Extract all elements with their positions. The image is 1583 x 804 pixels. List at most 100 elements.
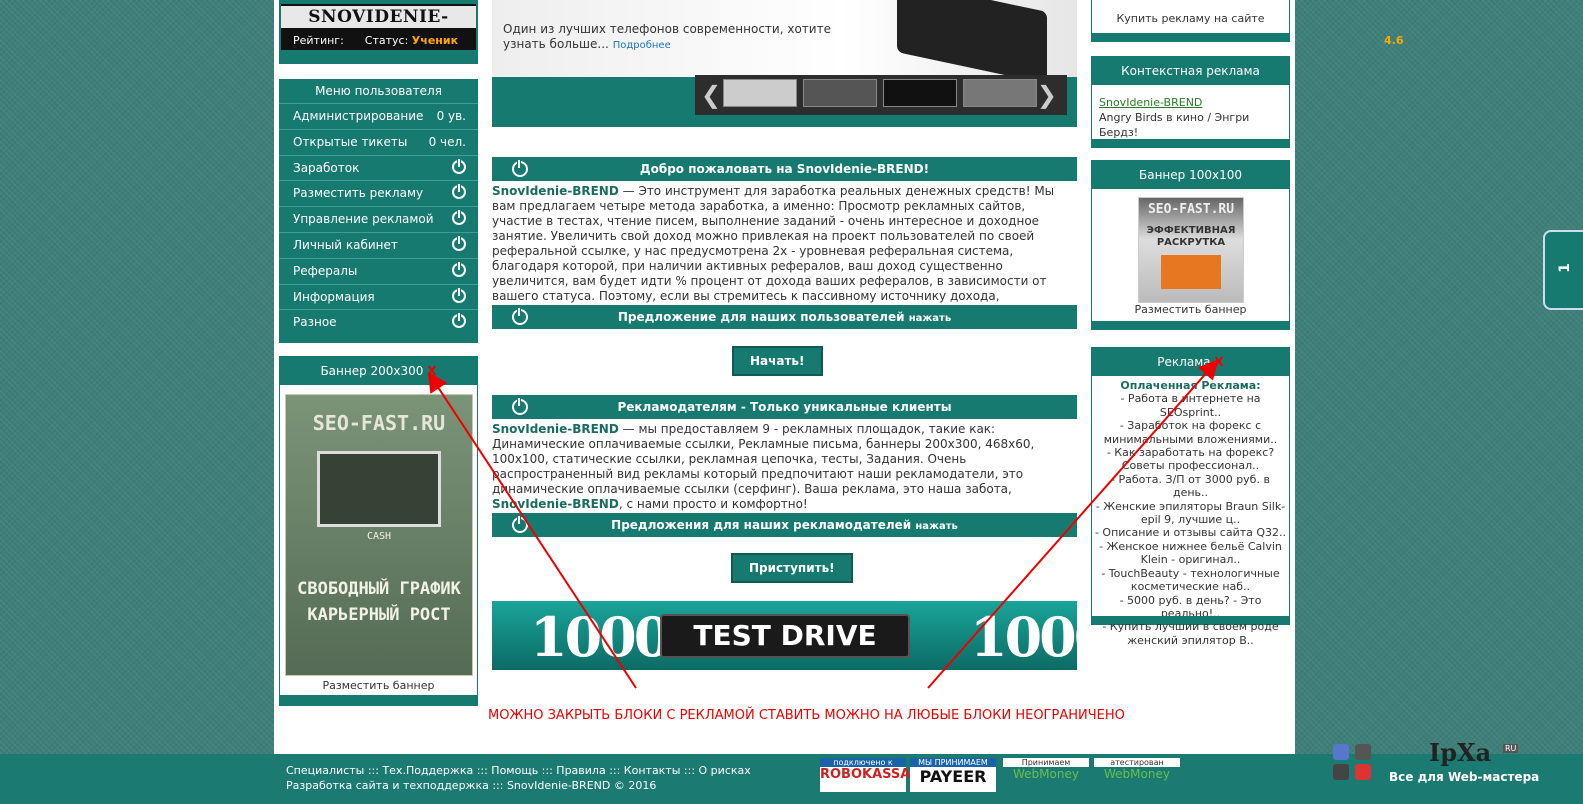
menu-title: Меню пользователя xyxy=(315,84,442,98)
menu-item-admin[interactable]: Администрирование 0 ув. xyxy=(279,103,478,129)
menu-item-label: Информация xyxy=(293,289,375,304)
menu-item-label: Заработок xyxy=(293,160,360,175)
slide[interactable]: Один из лучших телефонов современности, … xyxy=(492,0,1077,84)
banner-200-title: Баннер 200x300 X xyxy=(280,357,477,385)
footer-copyright: Разработка сайта и техподдержка ::: Snov… xyxy=(286,779,657,792)
thumbnail[interactable] xyxy=(963,79,1037,107)
robokassa-name: ROBOKASSA xyxy=(820,767,911,782)
menu-item-label: Администрирование xyxy=(293,109,424,123)
annotation-note: МОЖНО ЗАКРЫТЬ БЛОКИ С РЕКЛАМОЙ СТАВИТЬ М… xyxy=(488,708,1125,723)
slide-text: Один из лучших телефонов современности, … xyxy=(503,22,843,53)
power-icon xyxy=(452,312,466,329)
offer-advertisers-heading: Предложения для наших рекламодателей наж… xyxy=(492,513,1077,537)
menu-item-tickets[interactable]: Открытые тикеты 0 чел. xyxy=(279,128,478,155)
welcome-paragraph: — Это инструмент для заработка реальных … xyxy=(492,184,1055,318)
ad-link[interactable]: - Работа в интернете на SEOsprint.. xyxy=(1094,392,1287,419)
paid-ads-title: Оплаченная Реклама: xyxy=(1120,379,1261,392)
welcome-text: SnovIdenie-BREND — Это инструмент для за… xyxy=(492,184,1077,319)
offer-advertisers-title: Предложения для наших рекламодателей xyxy=(611,518,912,532)
brand-name: SnovIdenie-BREND xyxy=(492,184,619,198)
start-button[interactable]: Начать! xyxy=(732,346,823,376)
menu-item-referrals[interactable]: Рефералы xyxy=(279,257,478,284)
buy-ad-block: Купить рекламу на сайте xyxy=(1091,0,1290,42)
webmoney-badge-2[interactable]: атестирован WebMoney xyxy=(1094,758,1180,792)
rating-value: 4.6 xyxy=(1384,34,1404,47)
menu-item-place-ad[interactable]: Разместить рекламу xyxy=(279,180,478,206)
offer-advertisers-section: Предложения для наших рекламодателей наж… xyxy=(492,513,1077,537)
phone-image xyxy=(897,0,1047,84)
menu-item-earnings[interactable]: Заработок xyxy=(279,154,478,181)
ads-title-text: Реклама xyxy=(1157,355,1211,369)
chevron-right-icon[interactable]: ❯ xyxy=(1037,81,1057,109)
thumbnail[interactable] xyxy=(883,79,957,107)
menu-item-misc[interactable]: Разное xyxy=(279,309,478,335)
advertisers-title: Рекламодателям - Только уникальные клиен… xyxy=(617,400,952,414)
robokassa-badge[interactable]: подключено к ROBOKASSA xyxy=(820,758,911,792)
paid-ads-list: Оплаченная Реклама: - Работа в интернете… xyxy=(1092,376,1289,647)
more-link[interactable]: Подробнее xyxy=(613,40,671,51)
user-menu: Меню пользователя Администрирование 0 ув.… xyxy=(279,79,478,343)
place-banner-link[interactable]: Разместить баннер xyxy=(280,679,477,692)
side-tab[interactable]: 1 xyxy=(1543,230,1583,310)
context-ad-link[interactable]: SnovIdenie-BREND xyxy=(1099,95,1289,110)
place-banner-link[interactable]: Разместить баннер xyxy=(1092,303,1289,316)
menu-item-info[interactable]: Информация xyxy=(279,283,478,310)
rating-label: Рейтинг: xyxy=(293,34,344,47)
banner-200-title-text: Баннер 200x300 xyxy=(320,364,424,378)
banner-200x300-block: Баннер 200x300 X SEO-FAST.RU CASH СВОБОД… xyxy=(279,356,478,706)
block-footer-strip xyxy=(1092,33,1289,41)
ad-link[interactable]: - Работа. З/П от 3000 руб. в день.. xyxy=(1094,473,1287,500)
ad-link[interactable]: - TouchBeauty - технологичные косметичес… xyxy=(1094,567,1287,594)
banner-100-image[interactable]: SEO-FAST.RU ЭФФЕКТИВНАЯ РАСКРУТКА xyxy=(1138,197,1244,303)
b100-text: ЭФФЕКТИВНАЯ РАСКРУТКА xyxy=(1146,225,1236,248)
test-drive-logo: TEST DRIVE xyxy=(660,614,910,658)
ipxa-watermark: IpXa RU Все для Web-мастера xyxy=(1333,738,1573,792)
wm-top: атестирован xyxy=(1094,758,1180,767)
webmoney-badge-1[interactable]: Принимаем WebMoney xyxy=(1003,758,1089,792)
power-icon xyxy=(512,397,528,415)
ad-link[interactable]: - Заработок на форекс с минимальными вло… xyxy=(1094,419,1287,446)
menu-item-cabinet[interactable]: Личный кабинет xyxy=(279,231,478,258)
wm-name: WebMoney xyxy=(1013,767,1079,781)
thumbnail[interactable] xyxy=(803,79,877,107)
promo-slogan: СВОБОДНЫЙ ГРАФИК КАРЬЕРНЫЙ РОСТ xyxy=(297,579,461,625)
ad-link[interactable]: - Купить лучший в своём роде женский эпи… xyxy=(1094,620,1287,647)
footer-links[interactable]: Специалисты ::: Тех.Поддержка ::: Помощь… xyxy=(286,763,751,778)
buy-ad-link[interactable]: Купить рекламу на сайте xyxy=(1092,0,1289,25)
site-logo[interactable]: SNOVIDENIE-BREND xyxy=(281,6,476,49)
press-link[interactable]: нажать xyxy=(915,521,957,532)
close-icon[interactable]: X xyxy=(1214,355,1223,369)
menu-item-count: 0 ув. xyxy=(436,109,466,123)
menu-item-label: Открытые тикеты xyxy=(293,134,408,149)
ad-link[interactable]: - Женские эпиляторы Braun Silk-epil 9, л… xyxy=(1094,500,1287,527)
robokassa-top: подключено к xyxy=(820,758,906,767)
payeer-badge[interactable]: МЫ ПРИНИМАЕМ PAYEER xyxy=(910,758,996,792)
context-ad-text[interactable]: Angry Birds в кино / Энгри Бердз! xyxy=(1099,110,1289,140)
power-icon xyxy=(452,260,466,277)
banner-100-block: Баннер 100x100 SEO-FAST.RU ЭФФЕКТИВНАЯ Р… xyxy=(1091,160,1290,330)
thumbnail[interactable] xyxy=(723,79,797,107)
power-icon xyxy=(452,234,466,251)
menu-item-label: Рефералы xyxy=(293,263,358,278)
press-link[interactable]: нажать xyxy=(909,313,951,324)
ad-link[interactable]: - Как заработать на форекс? Советы профе… xyxy=(1094,446,1287,473)
ads-title: Реклама X xyxy=(1092,348,1289,376)
brand-name: SnovIdenie-BREND xyxy=(492,497,619,511)
status-label: Статус: xyxy=(364,34,409,47)
promo-banner-image[interactable]: SEO-FAST.RU CASH СВОБОДНЫЙ ГРАФИК КАРЬЕР… xyxy=(285,394,473,676)
slider-thumbnails: ❮ ❯ xyxy=(695,75,1067,115)
user-stats: Рейтинг: 4.6 Статус: Ученик xyxy=(293,34,1404,47)
power-icon xyxy=(452,286,466,303)
block-footer-strip xyxy=(1092,321,1289,329)
b100-site: SEO-FAST.RU xyxy=(1147,202,1235,217)
close-icon[interactable]: X xyxy=(427,364,436,378)
news-slider: Один из лучших телефонов современности, … xyxy=(492,0,1077,127)
ad-link[interactable]: - Описание и отзывы сайта Q32.. xyxy=(1094,526,1287,539)
test-drive-banner[interactable]: 1000 TEST DRIVE 1000 xyxy=(492,601,1111,670)
chevron-left-icon[interactable]: ❮ xyxy=(701,81,721,109)
logo-square xyxy=(1355,744,1371,760)
ad-link[interactable]: - Женское нижнее бельё Calvin Klein - ор… xyxy=(1094,540,1287,567)
power-icon xyxy=(452,209,466,226)
menu-item-manage-ads[interactable]: Управление рекламой xyxy=(279,206,478,232)
proceed-button[interactable]: Приступить! xyxy=(731,553,853,583)
